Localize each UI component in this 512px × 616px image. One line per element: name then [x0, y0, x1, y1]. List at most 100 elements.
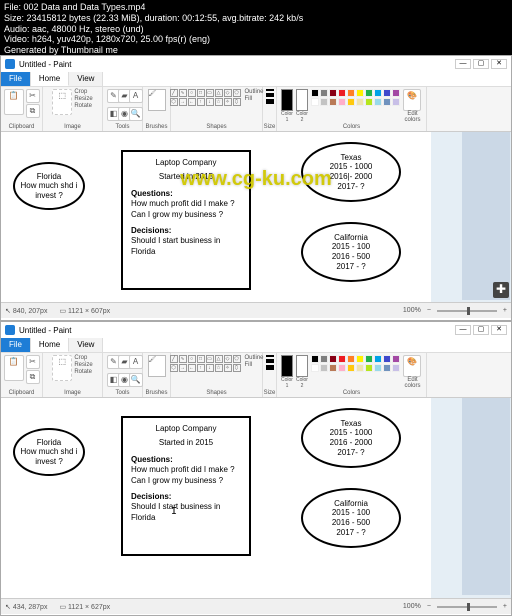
copy-button[interactable]: ⧉: [26, 104, 40, 118]
swatch[interactable]: [392, 364, 400, 372]
tab-home[interactable]: Home: [31, 72, 69, 86]
color1-button[interactable]: [281, 89, 293, 111]
size-label[interactable]: Size: [264, 124, 276, 131]
text-tool[interactable]: A: [129, 89, 143, 103]
minimize-button[interactable]: —: [455, 325, 471, 335]
status-bar: ↖ 434, 287px ▭ 1121 × 627px 100% − +: [1, 598, 511, 614]
swatch[interactable]: [356, 98, 364, 106]
paint-window-bottom: Untitled - Paint — ▢ ✕ File Home View 📋✂…: [0, 321, 512, 616]
tab-home[interactable]: Home: [31, 338, 69, 352]
swatch[interactable]: [374, 364, 382, 372]
tab-file[interactable]: File: [1, 338, 31, 352]
swatch[interactable]: [365, 355, 373, 363]
minimize-button[interactable]: —: [455, 59, 471, 69]
swatch[interactable]: [329, 89, 337, 97]
swatch[interactable]: [311, 98, 319, 106]
window-titlebar[interactable]: Untitled - Paint — ▢ ✕: [1, 322, 511, 338]
zoom-out[interactable]: −: [427, 307, 431, 314]
group-label: Brushes: [146, 124, 168, 131]
tab-view[interactable]: View: [69, 338, 103, 352]
paste-button[interactable]: 📋: [4, 355, 24, 381]
zoom-in[interactable]: +: [503, 603, 507, 610]
zoom-in[interactable]: +: [503, 307, 507, 314]
window-titlebar[interactable]: Untitled - Paint — ▢ ✕: [1, 56, 511, 72]
swatch[interactable]: [347, 98, 355, 106]
term-line: Video: h264, yuv420p, 1280x720, 25.00 fp…: [4, 34, 508, 45]
swatch[interactable]: [347, 89, 355, 97]
text-cursor: I: [171, 506, 177, 517]
swatch[interactable]: [374, 98, 382, 106]
swatch[interactable]: [338, 355, 346, 363]
paste-button[interactable]: 📋: [4, 89, 24, 115]
resize-button[interactable]: Resize: [74, 96, 92, 102]
swatch[interactable]: [329, 364, 337, 372]
swatch[interactable]: [383, 98, 391, 106]
swatch[interactable]: [338, 98, 346, 106]
swatch[interactable]: [311, 89, 319, 97]
color2-button[interactable]: [296, 355, 308, 377]
canvas[interactable]: FloridaHow much shd i invest ?Laptop Com…: [1, 398, 431, 598]
select-button[interactable]: ⬚: [52, 355, 72, 381]
color2-button[interactable]: [296, 89, 308, 111]
swatch[interactable]: [338, 364, 346, 372]
terminal-output: File: 002 Data and Data Types.mp4 Size: …: [0, 0, 512, 55]
swatch[interactable]: [374, 89, 382, 97]
edit-colors-button[interactable]: 🎨: [403, 89, 421, 111]
swatch[interactable]: [320, 89, 328, 97]
zoom-tool[interactable]: 🔍: [129, 107, 143, 121]
swatch[interactable]: [320, 98, 328, 106]
company-box: Laptop CompanyStarted in 2015Questions:H…: [121, 150, 251, 290]
swatch[interactable]: [365, 89, 373, 97]
swatch[interactable]: [356, 89, 364, 97]
swatch[interactable]: [365, 98, 373, 106]
taskbar-plus[interactable]: ✚: [493, 282, 509, 298]
canvas[interactable]: FloridaHow much shd i invest ?Laptop Com…: [1, 132, 431, 302]
close-button[interactable]: ✕: [491, 325, 507, 335]
rotate-button[interactable]: Rotate: [74, 103, 92, 109]
swatch[interactable]: [392, 355, 400, 363]
copy-button[interactable]: ⧉: [26, 370, 40, 384]
swatch[interactable]: [329, 355, 337, 363]
swatch[interactable]: [320, 364, 328, 372]
zoom-out[interactable]: −: [427, 603, 431, 610]
zoom-slider[interactable]: [437, 310, 497, 312]
shapes-gallery[interactable]: ╱∿○□▭△◇⬠⬡→←↑↓☆✧⬯: [170, 355, 241, 372]
swatch[interactable]: [392, 98, 400, 106]
close-button[interactable]: ✕: [491, 59, 507, 69]
swatch[interactable]: [356, 364, 364, 372]
swatch[interactable]: [311, 355, 319, 363]
tab-view[interactable]: View: [69, 72, 103, 86]
swatch[interactable]: [347, 364, 355, 372]
maximize-button[interactable]: ▢: [473, 325, 489, 335]
swatch[interactable]: [392, 89, 400, 97]
swatch[interactable]: [383, 364, 391, 372]
zoom-slider[interactable]: [437, 606, 497, 608]
fill-dropdown[interactable]: Fill: [245, 96, 264, 102]
color1-button[interactable]: [281, 355, 293, 377]
brushes-button[interactable]: 🖌: [148, 89, 166, 111]
swatch[interactable]: [365, 364, 373, 372]
swatch[interactable]: [311, 364, 319, 372]
shapes-gallery[interactable]: ╱∿○□▭△◇⬠ ⬡→←↑↓☆✧⬯: [170, 89, 241, 106]
crop-button[interactable]: Crop: [74, 89, 92, 95]
select-button[interactable]: ⬚: [52, 89, 72, 115]
color-palette[interactable]: [311, 355, 400, 372]
maximize-button[interactable]: ▢: [473, 59, 489, 69]
swatch[interactable]: [347, 355, 355, 363]
cut-button[interactable]: ✂: [26, 89, 40, 103]
tab-file[interactable]: File: [1, 72, 31, 86]
ribbon: 📋✂⧉Clipboard ⬚CropResizeRotateImage ✎▰A◧…: [1, 352, 511, 398]
zoom-label: 100%: [403, 307, 421, 314]
swatch[interactable]: [329, 98, 337, 106]
swatch[interactable]: [374, 355, 382, 363]
cut-button[interactable]: ✂: [26, 355, 40, 369]
brushes-button[interactable]: 🖌: [148, 355, 166, 377]
outline-dropdown[interactable]: Outline: [245, 89, 264, 95]
swatch[interactable]: [383, 355, 391, 363]
swatch[interactable]: [338, 89, 346, 97]
swatch[interactable]: [320, 355, 328, 363]
swatch[interactable]: [383, 89, 391, 97]
edit-colors-button[interactable]: 🎨: [403, 355, 421, 377]
swatch[interactable]: [356, 355, 364, 363]
color-palette[interactable]: [311, 89, 400, 106]
